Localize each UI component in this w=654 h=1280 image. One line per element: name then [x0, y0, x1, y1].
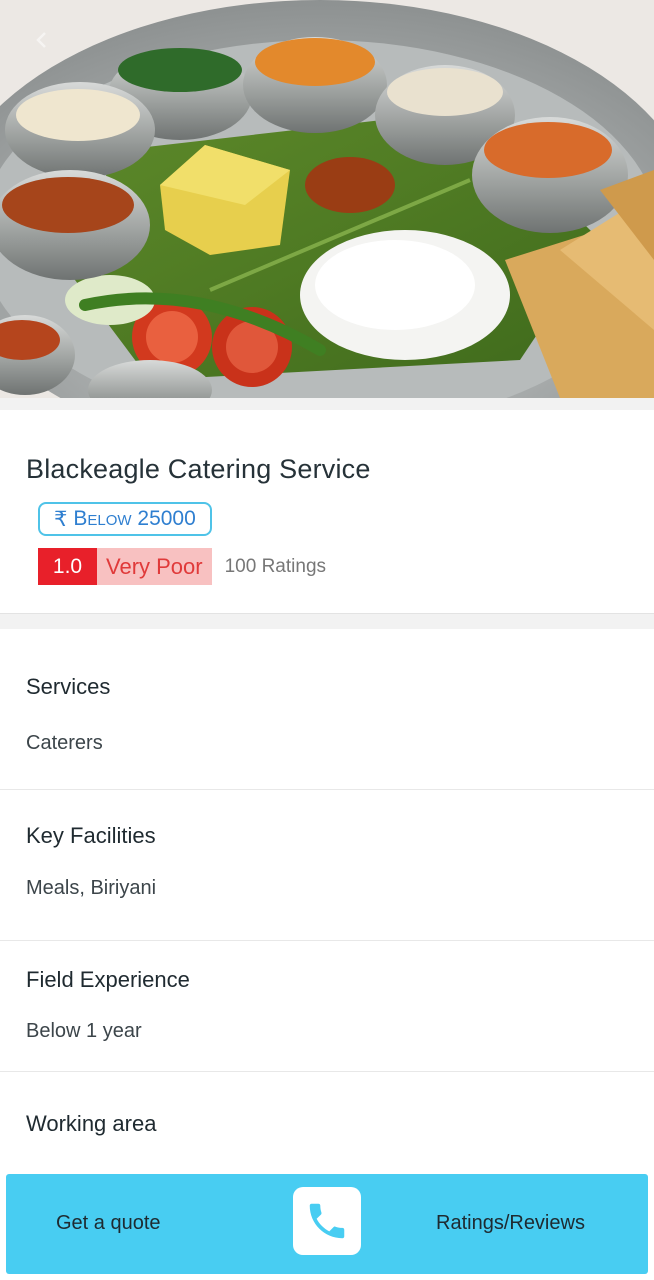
- field-experience-section: Field Experience Below 1 year: [0, 941, 654, 1072]
- price-badge: ₹ Below 25000: [38, 502, 212, 536]
- rating-row: 1.0 Very Poor 100 Ratings: [38, 548, 326, 585]
- call-button[interactable]: [293, 1187, 361, 1255]
- bottom-action-bar: Get a quote Ratings/Reviews: [6, 1174, 648, 1274]
- rating-score: 1.0: [38, 548, 97, 585]
- key-facilities-title: Key Facilities: [26, 823, 156, 848]
- working-area-title: Working area: [26, 1111, 157, 1136]
- services-section: Services Caterers: [0, 629, 654, 790]
- key-facilities-section: Key Facilities Meals, Biriyani: [0, 790, 654, 941]
- rating-count: 100 Ratings: [224, 555, 327, 577]
- price-label: Below 25000: [73, 507, 196, 530]
- field-experience-title: Field Experience: [26, 967, 190, 992]
- phone-icon: [309, 1203, 345, 1239]
- key-facilities-value: Meals, Biriyani: [26, 877, 157, 899]
- listing-header-card: Blackeagle Catering Service ₹ Below 2500…: [0, 410, 654, 614]
- services-value: Caterers: [26, 732, 103, 754]
- services-title: Services: [26, 674, 111, 699]
- hero-food-image: [0, 0, 654, 398]
- field-experience-value: Below 1 year: [26, 1020, 142, 1042]
- listing-title: Blackeagle Catering Service: [26, 454, 371, 484]
- get-quote-button[interactable]: Get a quote: [56, 1212, 161, 1235]
- food-platter-illustration: [0, 0, 654, 398]
- rating-label: Very Poor: [97, 548, 212, 585]
- ratings-reviews-button[interactable]: Ratings/Reviews: [436, 1212, 585, 1235]
- rupee-icon: ₹: [54, 507, 68, 531]
- back-arrow-icon[interactable]: [22, 20, 62, 60]
